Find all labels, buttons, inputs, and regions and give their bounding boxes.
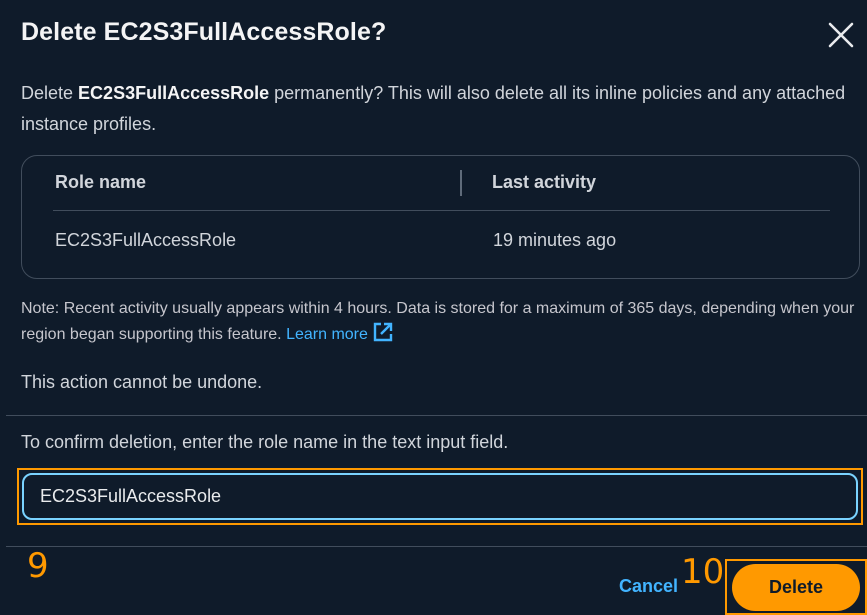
header-divider xyxy=(53,210,830,211)
section-divider xyxy=(6,415,867,416)
undone-warning: This action cannot be undone. xyxy=(21,372,263,392)
confirm-instruction: To confirm deletion, enter the role name… xyxy=(21,432,509,452)
delete-button[interactable]: Delete xyxy=(732,564,860,611)
learn-more-label: Learn more xyxy=(286,326,368,343)
confirm-role-name-input[interactable] xyxy=(22,473,858,520)
cell-last-activity: 19 minutes ago xyxy=(493,230,617,250)
delete-role-dialog: Delete EC2S3FullAccessRole? Delete EC2S3… xyxy=(0,0,867,615)
lead-prefix: Delete xyxy=(21,83,79,103)
marker-label-9: 9 xyxy=(27,546,49,586)
activity-note: Note: Recent activity usually appears wi… xyxy=(21,296,861,347)
header-role-name: Role name xyxy=(55,172,147,192)
learn-more-link[interactable]: Learn more xyxy=(286,322,394,343)
external-link-icon xyxy=(373,322,393,342)
column-divider xyxy=(460,170,462,196)
close-icon xyxy=(828,22,854,48)
close-button[interactable] xyxy=(826,20,856,50)
cancel-button[interactable]: Cancel xyxy=(619,576,678,597)
footer-divider xyxy=(6,546,867,547)
marker-label-10: 10 xyxy=(681,552,725,592)
role-table: Role name Last activity EC2S3FullAccessR… xyxy=(21,155,860,279)
dialog-title: Delete EC2S3FullAccessRole? xyxy=(21,18,387,46)
role-name-bold: EC2S3FullAccessRole xyxy=(78,83,270,103)
note-text: Note: Recent activity usually appears wi… xyxy=(21,300,855,343)
header-last-activity: Last activity xyxy=(492,172,597,192)
dialog-description: Delete EC2S3FullAccessRole permanently? … xyxy=(21,78,851,140)
cell-role-name: EC2S3FullAccessRole xyxy=(55,230,237,250)
